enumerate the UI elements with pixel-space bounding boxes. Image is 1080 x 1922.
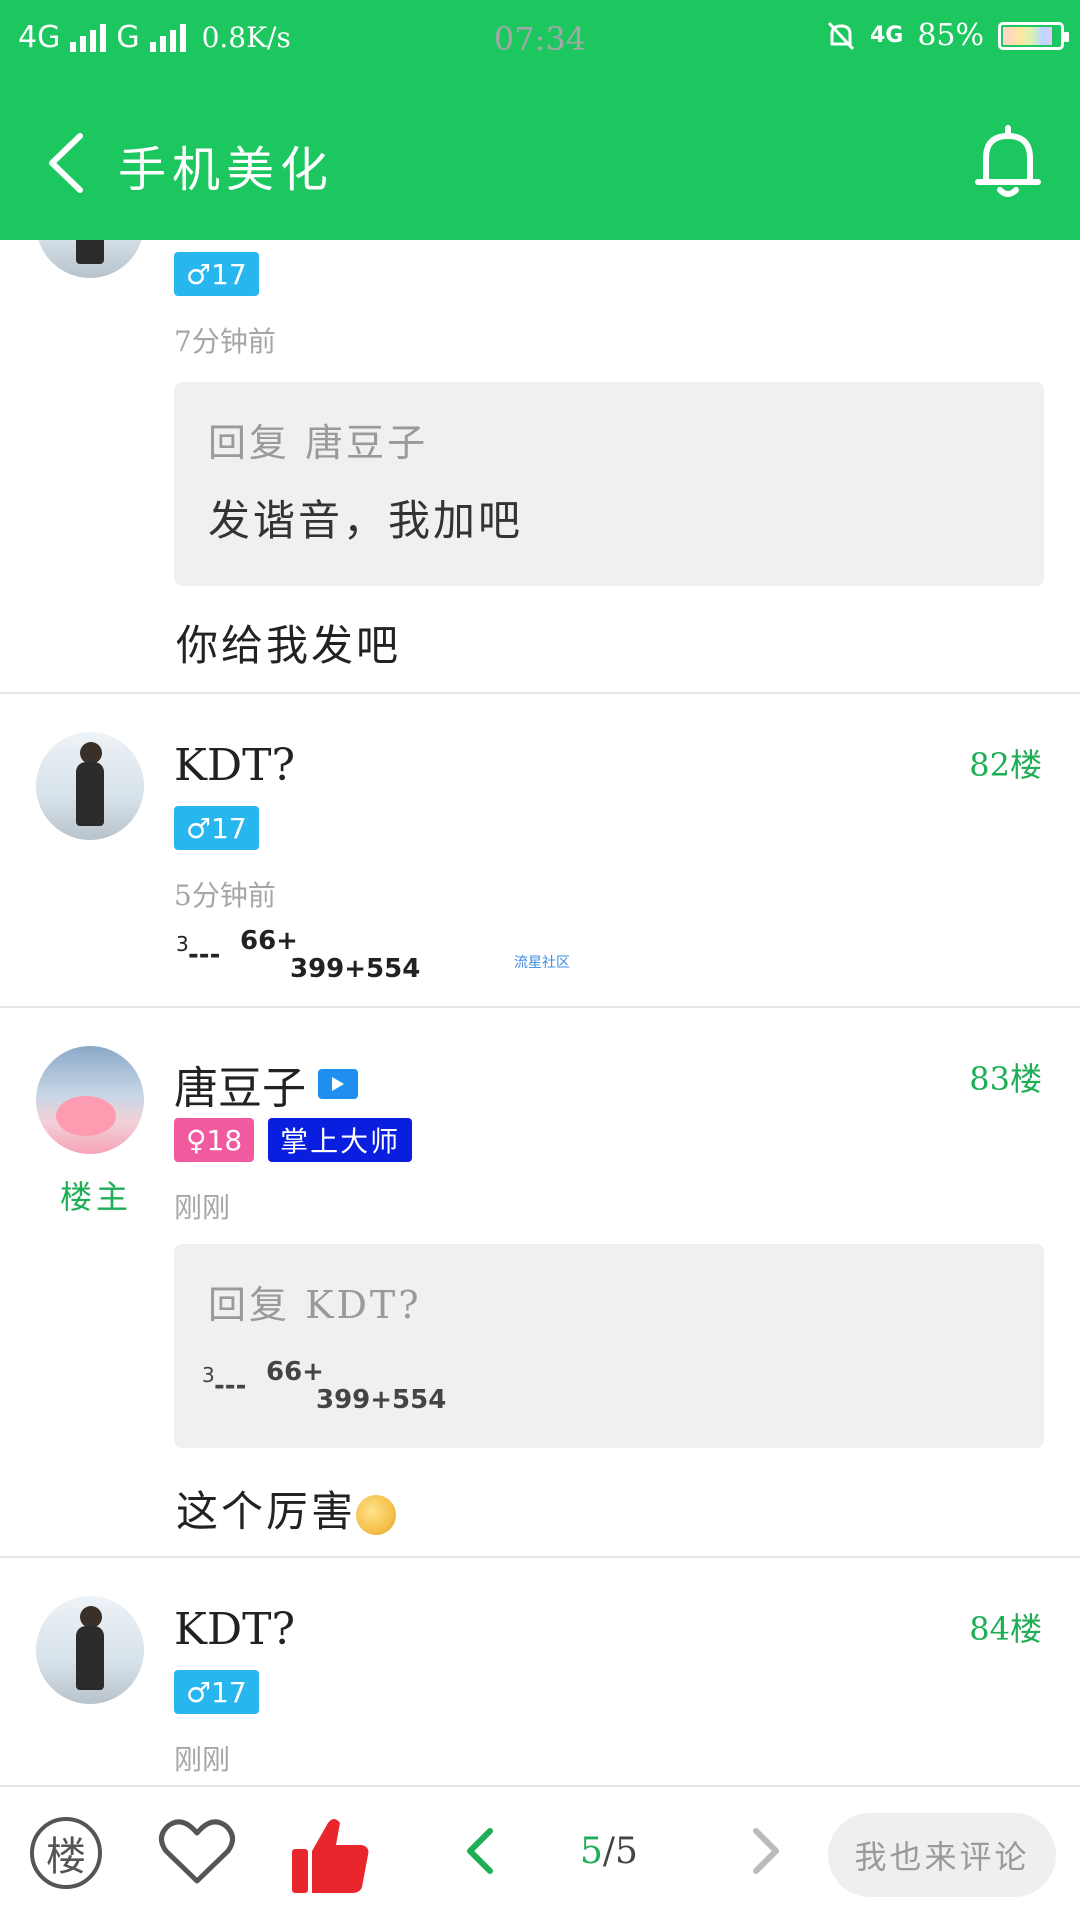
comment-time: 7分钟前 <box>174 325 276 358</box>
avatar[interactable] <box>36 1046 144 1154</box>
top-bar: 4G G 0.8K/s 07:34 4G 85% 手机美化 <box>0 0 1080 240</box>
page-title: 手机美化 <box>118 142 335 198</box>
math-sub: 399+554 <box>290 954 421 984</box>
math-sup-1: 3 <box>176 932 189 956</box>
math-sup-2: 66+ <box>240 926 298 956</box>
watermark: 流星社区 <box>514 955 570 971</box>
math-dashes: --- <box>214 1371 247 1401</box>
page-indicator: 5/5 <box>580 1831 638 1872</box>
emoji-icon <box>356 1495 397 1535</box>
username-text: KDT? <box>174 1604 296 1655</box>
math-expression: 3 --- 66+ 399+554 <box>174 926 434 986</box>
avatar[interactable] <box>36 240 144 278</box>
quote-title: 回复 KDT? <box>208 1283 422 1327</box>
comment-item: 楼主 唐豆子 83楼 ♀18 掌上大师 刚刚 回复 KDT? 3 --- 66+… <box>0 1008 1080 1558</box>
status-bar: 4G G 0.8K/s 07:34 4G 85% <box>0 0 1080 80</box>
battery-percent: 85% <box>917 18 984 53</box>
comment-item: KDT? 82楼 ♂17 5分钟前 3 --- 66+ 399+554 流星社区 <box>0 694 1080 1008</box>
page-separator: / <box>602 1831 616 1872</box>
comment-list[interactable]: ♂17 7分钟前 回复 唐豆子 发谐音，我加吧 你给我发吧 KDT? 82楼 ♂… <box>0 240 1080 1785</box>
floor-number: 83楼 <box>969 1060 1042 1098</box>
comment-text: 这个厉害 <box>176 1478 397 1539</box>
bell-icon[interactable] <box>972 124 1044 200</box>
comment-text: 你给我发吧 <box>176 621 402 670</box>
avatar[interactable] <box>36 732 144 840</box>
math-sub: 399+554 <box>316 1385 447 1415</box>
header: 手机美化 <box>0 80 1080 240</box>
page-current: 5 <box>580 1831 603 1872</box>
floor-number: 82楼 <box>969 746 1042 784</box>
avatar[interactable] <box>36 1596 144 1704</box>
comment-text-content: 这个厉害 <box>176 1487 357 1536</box>
gender-age-badge: ♂17 <box>174 1670 259 1714</box>
gender-age-badge: ♀18 <box>174 1118 255 1162</box>
chevron-left-icon[interactable] <box>462 1825 498 1877</box>
battery-icon <box>998 21 1069 50</box>
quoted-reply[interactable]: 回复 唐豆子 发谐音，我加吧 <box>174 382 1044 586</box>
username[interactable]: KDT? <box>174 740 295 791</box>
comment-time: 5分钟前 <box>174 879 276 912</box>
video-icon <box>318 1069 358 1099</box>
username-text: KDT? <box>174 740 296 791</box>
quote-text: 发谐音，我加吧 <box>208 496 524 545</box>
network-label-4g-right: 4G <box>869 23 904 48</box>
gender-age-badge: ♂17 <box>174 806 259 850</box>
chevron-right-icon[interactable] <box>748 1825 784 1877</box>
bottom-toolbar: 楼 5/5 我也来评论 <box>0 1785 1080 1922</box>
gender-age-badge: ♂17 <box>174 252 259 296</box>
username[interactable]: KDT? <box>174 1604 295 1655</box>
host-label: 楼主 <box>60 1178 133 1216</box>
quote-title: 回复 唐豆子 <box>208 421 429 465</box>
quoted-reply[interactable]: 回复 KDT? 3 --- 66+ 399+554 <box>174 1244 1044 1448</box>
math-sup-1: 3 <box>202 1363 215 1387</box>
write-comment-button[interactable]: 我也来评论 <box>828 1813 1056 1897</box>
quote-math: 3 --- 66+ 399+554 <box>202 1357 1010 1423</box>
heart-icon[interactable] <box>158 1817 236 1887</box>
comment-item: ♂17 7分钟前 回复 唐豆子 发谐音，我加吧 你给我发吧 <box>0 240 1080 694</box>
title-badge: 掌上大师 <box>268 1118 413 1162</box>
floor-jump-button[interactable]: 楼 <box>30 1817 102 1889</box>
comment-time: 刚刚 <box>174 1743 231 1776</box>
comment-item: KDT? 84楼 ♂17 刚刚 <box>0 1558 1080 1785</box>
page-total: 5 <box>615 1831 638 1872</box>
bell-off-icon <box>827 21 855 50</box>
username[interactable]: 唐豆子 <box>174 1052 358 1116</box>
username-text: 唐豆子 <box>174 1063 306 1114</box>
thumbs-up-icon[interactable] <box>290 1815 370 1895</box>
floor-number: 84楼 <box>969 1610 1042 1648</box>
chevron-left-icon[interactable] <box>40 128 100 198</box>
math-sup-2: 66+ <box>266 1357 324 1387</box>
math-dashes: --- <box>188 940 221 970</box>
comment-time: 刚刚 <box>174 1191 231 1224</box>
